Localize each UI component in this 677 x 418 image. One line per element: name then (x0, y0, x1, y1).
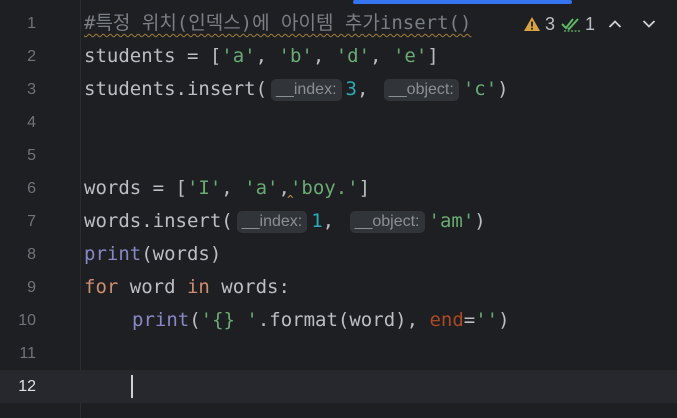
code-text[interactable]: for word in words: (84, 271, 290, 304)
line-number: 5 (27, 147, 36, 164)
keyword-argument: end (429, 309, 464, 331)
string-literal: 'c' (462, 78, 498, 100)
builtin-function: print (84, 243, 142, 265)
code-text[interactable]: #특정 위치(인덱스)에 아이템 추가insert() (84, 7, 471, 40)
code-token: students = [ (84, 45, 222, 67)
code-text[interactable]: words.insert(__index: 1, __object:'am') (84, 205, 486, 238)
code-line[interactable]: 2 students = ['a', 'b', 'd', 'e'] (0, 40, 677, 73)
line-number: 4 (27, 114, 36, 131)
code-line[interactable]: 7 words.insert(__index: 1, __object:'am') (0, 205, 677, 238)
string-literal: 'e' (392, 45, 428, 67)
code-text[interactable]: words = ['I', 'a','boy.'] (84, 172, 370, 205)
keyword: for (84, 276, 119, 298)
string-literal: 'am' (428, 210, 475, 232)
line-number: 10 (18, 312, 36, 329)
code-line[interactable]: 1 #특정 위치(인덱스)에 아이템 추가insert() (0, 7, 677, 40)
string-literal: 'I' (186, 177, 222, 199)
line-number: 9 (27, 279, 36, 296)
code-token: .format(word), (257, 309, 430, 331)
code-line[interactable]: 4 (0, 106, 677, 139)
current-code-line[interactable]: 12 (0, 370, 677, 403)
code-token: ] (358, 177, 371, 199)
code-token: ] (427, 45, 439, 67)
string-literal: 'a' (244, 177, 279, 199)
code-token: , (322, 210, 346, 232)
comment: #특정 위치(인덱스)에 아이템 추가insert() (84, 12, 472, 34)
code-token: word (118, 276, 187, 298)
code-editor[interactable]: 3 1 1 #특정 위치(인덱스)에 아이템 추가insert() 2 stud… (0, 0, 677, 418)
code-token: students.insert( (84, 78, 268, 100)
string-literal: '' (475, 309, 499, 331)
string-literal: 'b' (278, 45, 313, 67)
code-token: , (312, 45, 336, 67)
builtin-function: print (132, 309, 190, 331)
code-token: ) (497, 78, 509, 100)
text-cursor (131, 375, 133, 398)
line-number: 11 (19, 345, 36, 362)
code-line[interactable]: 3 students.insert(__index: 3, __object:'c… (0, 73, 677, 106)
code-token: ) (474, 210, 486, 232)
parameter-hint: __index: (271, 79, 342, 101)
horizontal-scrollbar-thumb[interactable] (353, 0, 572, 4)
code-text[interactable]: print(words) (84, 238, 221, 271)
number-literal: 1 (311, 210, 323, 232)
code-token: , (370, 45, 393, 67)
code-token: , (255, 45, 279, 67)
code-token: , (221, 177, 245, 199)
code-line[interactable]: 9 for word in words: (0, 271, 677, 304)
code-line[interactable]: 5 (0, 139, 677, 172)
string-literal: '{} ' (200, 309, 258, 331)
parameter-hint: __object: (349, 211, 425, 233)
code-line[interactable]: 8 print(words) (0, 238, 677, 271)
code-token: words.insert( (84, 210, 233, 232)
number-literal: 3 (345, 78, 357, 100)
code-line[interactable]: 11 (0, 337, 677, 370)
line-number: 1 (27, 15, 36, 32)
line-number: 3 (27, 81, 36, 98)
code-token: words: (209, 276, 290, 298)
code-token: = (463, 309, 476, 331)
code-token: ) (498, 309, 510, 331)
parameter-hint: __index: (236, 211, 308, 233)
code-text[interactable]: print('{} '.format(word), end='') (132, 304, 510, 337)
code-token: ( (189, 309, 201, 331)
weak-warning-marker: ^ (287, 193, 294, 206)
code-line[interactable]: 6 words = ['I', 'a','boy.'] (0, 172, 677, 205)
parameter-hint: __object: (383, 79, 459, 101)
code-text[interactable]: students.insert(__index: 3, __object:'c') (84, 73, 509, 106)
string-literal: 'a' (221, 45, 256, 67)
code-text[interactable]: students = ['a', 'b', 'd', 'e'] (84, 40, 439, 73)
line-number: 12 (18, 378, 36, 395)
code-token: , (356, 78, 380, 100)
code-token: (words) (141, 243, 222, 265)
line-number: 2 (27, 48, 36, 65)
code-token: words = [ (84, 177, 187, 199)
line-number: 8 (27, 246, 36, 263)
code-line[interactable]: 10 print('{} '.format(word), end='') (0, 304, 677, 337)
keyword: in (186, 276, 210, 298)
line-number: 7 (27, 213, 36, 230)
line-number: 6 (27, 180, 36, 197)
string-literal: 'd' (335, 45, 371, 67)
string-literal: 'boy.' (289, 177, 359, 199)
